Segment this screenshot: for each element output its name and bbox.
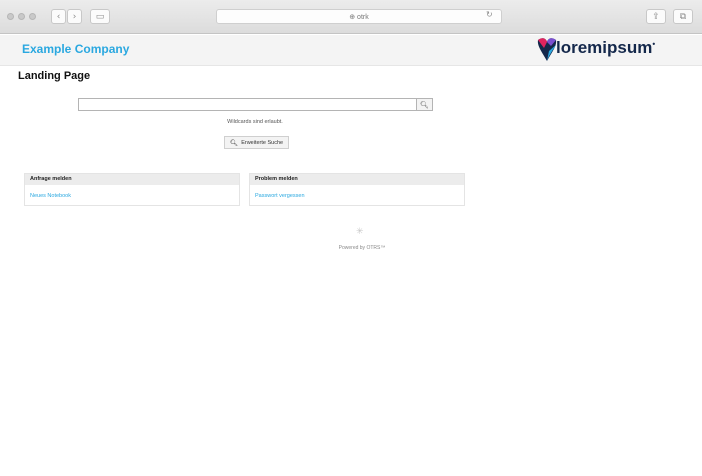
search-icon: 🔍︎ xyxy=(420,100,429,109)
close-window-button[interactable] xyxy=(7,13,14,20)
show-tabs-button[interactable]: ⧉ xyxy=(673,9,693,24)
search-icon: 🔍︎ xyxy=(229,138,239,147)
logo-text: loremipsum• xyxy=(556,38,655,58)
logo-wordmark: loremipsum xyxy=(556,38,653,57)
powered-by[interactable]: Powered by OTRS™ xyxy=(300,245,424,251)
zoom-window-button[interactable] xyxy=(29,13,36,20)
forward-button[interactable]: › xyxy=(67,9,82,24)
address-text: ⊕ otrk xyxy=(349,13,369,21)
page-title: Landing Page xyxy=(18,70,91,82)
panel-link-neues-notebook[interactable]: Neues Notebook xyxy=(25,185,239,199)
search-input[interactable] xyxy=(78,98,417,111)
panel-title: Problem melden xyxy=(250,174,464,185)
minimize-window-button[interactable] xyxy=(18,13,25,20)
search-hint: Wildcards sind erlaubt. xyxy=(227,119,283,125)
address-bar[interactable]: ⊕ otrk xyxy=(216,9,502,24)
panel-title: Anfrage melden xyxy=(25,174,239,185)
panel-link-passwort-vergessen[interactable]: Passwort vergessen xyxy=(250,185,464,199)
logo-heart-icon xyxy=(537,38,557,61)
share-button[interactable]: ⇪ xyxy=(646,9,666,24)
site-header: Example Company loremipsum• xyxy=(0,35,702,66)
sidebar-toggle-button[interactable]: ▭ xyxy=(90,9,110,24)
browser-titlebar: ‹ › ▭ ⊕ otrk ↻ ⇪ ⧉ xyxy=(0,0,702,34)
logo-dot: • xyxy=(652,39,656,49)
otrs-logo-icon: ✳ xyxy=(356,227,364,237)
search-button[interactable]: 🔍︎ xyxy=(416,98,433,111)
back-button[interactable]: ‹ xyxy=(51,9,66,24)
advanced-search-button[interactable]: 🔍︎ Erweiterte Suche xyxy=(224,136,289,149)
company-name[interactable]: Example Company xyxy=(22,42,129,56)
panel-anfrage-melden: Anfrage melden Neues Notebook xyxy=(24,173,240,206)
reload-icon[interactable]: ↻ xyxy=(486,10,493,19)
advanced-search-label: Erweiterte Suche xyxy=(241,139,284,146)
panel-problem-melden: Problem melden Passwort vergessen xyxy=(249,173,465,206)
